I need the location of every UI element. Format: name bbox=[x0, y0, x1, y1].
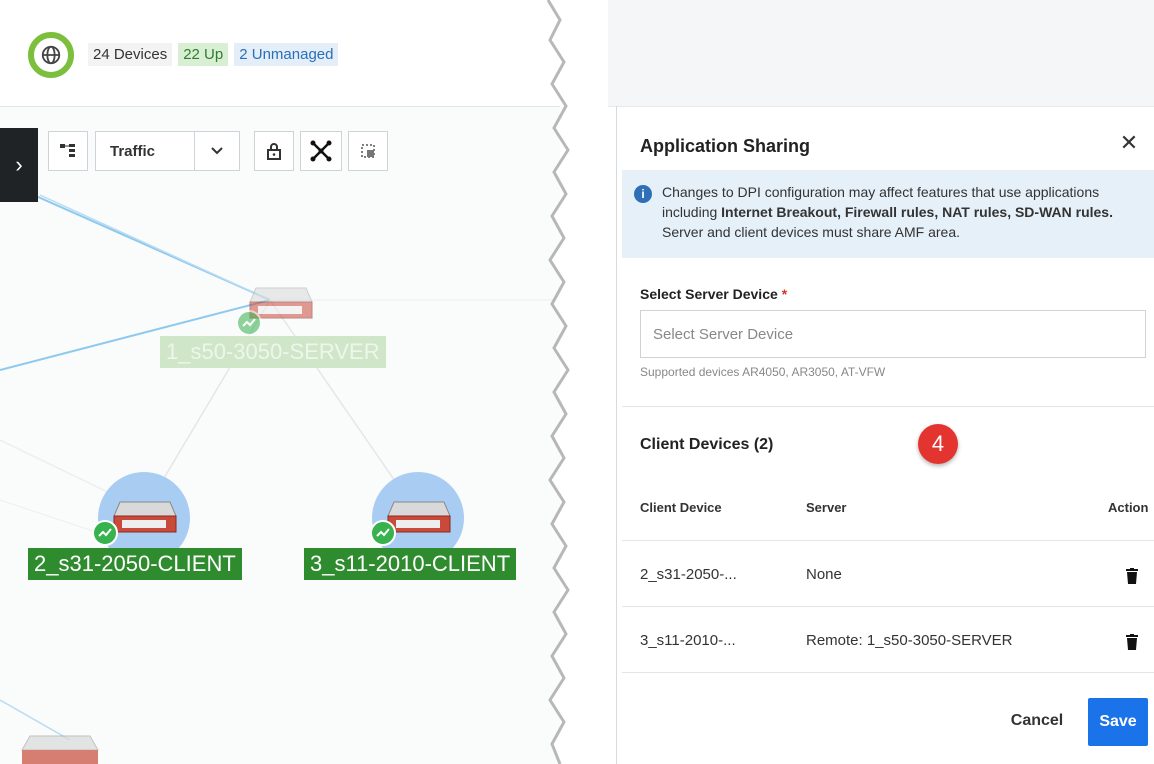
close-icon[interactable]: ✕ bbox=[1114, 128, 1144, 158]
map-header: 24 Devices 22 Up 2 Unmanaged bbox=[0, 0, 560, 107]
server-device-label: Select Server Device * bbox=[640, 286, 787, 302]
panel-header-background bbox=[608, 0, 1154, 107]
status-up-icon bbox=[370, 520, 396, 546]
layout-toggle-button[interactable] bbox=[48, 131, 88, 171]
topology-links bbox=[0, 179, 560, 741]
section-divider bbox=[622, 406, 1154, 407]
lock-icon bbox=[267, 143, 281, 160]
delete-icon[interactable] bbox=[1126, 568, 1138, 584]
application-sharing-panel: Application Sharing ✕ i Changes to DPI c… bbox=[608, 0, 1154, 764]
network-icon bbox=[310, 140, 332, 162]
router-device-icon[interactable] bbox=[112, 496, 178, 538]
required-marker: * bbox=[781, 286, 788, 302]
lock-button[interactable] bbox=[254, 131, 294, 171]
column-header-action: Action bbox=[1108, 500, 1149, 515]
hierarchy-icon bbox=[60, 144, 75, 157]
info-text-suffix: Server and client devices must share AMF… bbox=[662, 224, 961, 240]
server-cell: Remote: 1_s50-3050-SERVER bbox=[806, 632, 1013, 649]
view-mode-select[interactable]: Traffic bbox=[95, 131, 240, 171]
server-cell: None bbox=[806, 566, 842, 583]
topology-layout-button[interactable] bbox=[300, 131, 342, 171]
server-device-select[interactable]: Select Server Device bbox=[640, 310, 1146, 358]
row-divider bbox=[622, 606, 1154, 607]
up-count-badge[interactable]: 22 Up bbox=[178, 43, 229, 66]
panel-title: Application Sharing bbox=[640, 136, 811, 156]
delete-icon[interactable] bbox=[1126, 634, 1138, 650]
chevron-down-icon bbox=[194, 132, 239, 170]
globe-icon[interactable] bbox=[28, 32, 74, 78]
node-label-client-1[interactable]: 2_s31-2050-CLIENT bbox=[28, 548, 242, 580]
node-label-server[interactable]: 1_s50-3050-SERVER bbox=[160, 336, 386, 368]
info-banner: i Changes to DPI configuration may affec… bbox=[622, 170, 1154, 258]
node-label-client-2[interactable]: 3_s11-2010-CLIENT bbox=[304, 548, 517, 580]
router-device-icon[interactable] bbox=[20, 730, 100, 764]
devices-count-badge[interactable]: 24 Devices bbox=[88, 43, 173, 66]
info-icon: i bbox=[634, 185, 652, 203]
row-divider bbox=[622, 540, 1154, 541]
chevron-right-icon: › bbox=[15, 152, 23, 177]
client-device-cell: 2_s31-2050-... bbox=[640, 566, 737, 583]
info-text-bold: Internet Breakout, Firewall rules, NAT r… bbox=[721, 204, 1113, 220]
row-divider bbox=[622, 672, 1154, 673]
column-header-client-device: Client Device bbox=[640, 500, 722, 515]
select-area-icon bbox=[361, 144, 375, 158]
view-mode-value: Traffic bbox=[110, 142, 156, 160]
status-up-icon bbox=[236, 310, 262, 336]
fit-screen-button[interactable] bbox=[348, 131, 388, 171]
column-header-server: Server bbox=[806, 500, 847, 515]
server-device-placeholder: Select Server Device bbox=[653, 325, 794, 343]
client-device-cell: 3_s11-2010-... bbox=[640, 632, 736, 649]
status-up-icon bbox=[92, 520, 118, 546]
supported-devices-hint: Supported devices AR4050, AR3050, AT-VFW bbox=[640, 365, 886, 379]
save-button[interactable]: Save bbox=[1088, 698, 1148, 746]
cancel-button[interactable]: Cancel bbox=[992, 700, 1082, 742]
expand-sidebar-button[interactable]: › bbox=[0, 128, 38, 202]
server-device-label-text: Select Server Device bbox=[640, 286, 778, 302]
client-devices-title: Client Devices (2) bbox=[640, 436, 774, 453]
torn-edge-divider bbox=[546, 0, 610, 764]
step-marker: 4 bbox=[918, 424, 958, 464]
network-map[interactable]: 24 Devices 22 Up 2 Unmanaged › Traffic 1… bbox=[0, 0, 560, 764]
unmanaged-count-badge[interactable]: 2 Unmanaged bbox=[234, 43, 339, 66]
